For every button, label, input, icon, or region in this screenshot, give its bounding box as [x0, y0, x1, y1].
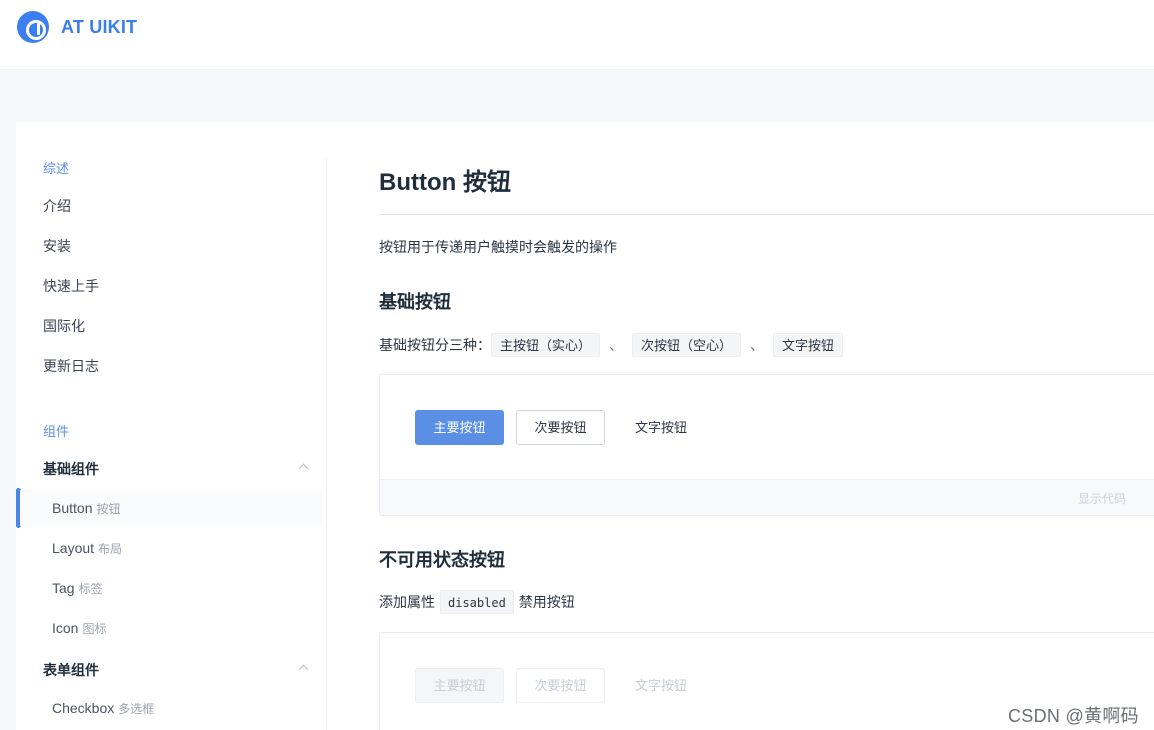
- separator: 、: [609, 337, 624, 353]
- inline-tag: 次按钮（空心）: [632, 333, 742, 357]
- sidebar-divider: [326, 158, 327, 730]
- sidebar-section-basic-label: 基础组件: [43, 461, 99, 477]
- sidebar-section-form[interactable]: 表单组件: [43, 660, 308, 680]
- top-header: AT UIKIT: [0, 0, 1154, 70]
- section-title-basic: 基础按钮: [379, 292, 451, 312]
- title-divider: [379, 214, 1154, 215]
- sidebar-nav: 综述 介绍 安装 快速上手 国际化 更新日志 组件 基础组件 Button 按钮 …: [16, 122, 327, 730]
- brand-logo[interactable]: AT UIKIT: [17, 11, 137, 43]
- section-desc-basic: 基础按钮分三种： 主按钮（实心） 、 次按钮（空心） 、 文字按钮: [379, 332, 844, 358]
- doc-content: Button 按钮 按钮用于传递用户触摸时会触发的操作 基础按钮 基础按钮分三种…: [379, 122, 1154, 730]
- sidebar-item-sublabel: 布局: [98, 542, 123, 556]
- demo-footer: 显示代码: [380, 479, 1154, 515]
- section-desc-disabled: 添加属性 disabled 禁用按钮: [379, 589, 575, 615]
- sidebar-section-basic[interactable]: 基础组件: [43, 459, 308, 479]
- section-title-disabled: 不可用状态按钮: [379, 550, 505, 570]
- separator: 、: [750, 337, 765, 353]
- primary-button-disabled: 主要按钮: [415, 668, 504, 703]
- demo-area: 主要按钮 次要按钮 文字按钮: [380, 375, 1154, 479]
- sidebar-item-checkbox[interactable]: Checkbox 多选框: [52, 700, 154, 717]
- sidebar-item-layout[interactable]: Layout 布局: [52, 540, 122, 557]
- show-code-link[interactable]: 显示代码: [1078, 490, 1126, 507]
- text-button[interactable]: 文字按钮: [623, 410, 699, 445]
- primary-button[interactable]: 主要按钮: [415, 410, 504, 445]
- chevron-up-icon: [299, 663, 308, 672]
- sidebar-item-label: Button: [52, 500, 93, 516]
- inline-tag: 文字按钮: [773, 333, 844, 357]
- sidebar-item-quickstart[interactable]: 快速上手: [43, 276, 99, 296]
- secondary-button[interactable]: 次要按钮: [516, 410, 605, 445]
- sidebar-item-label: Tag: [52, 580, 75, 596]
- sidebar-item-changelog[interactable]: 更新日志: [43, 356, 99, 376]
- sidebar-item-install[interactable]: 安装: [43, 236, 71, 256]
- sidebar-item-icon[interactable]: Icon 图标: [52, 620, 106, 637]
- sidebar-item-sublabel: 图标: [82, 622, 107, 636]
- page-title: Button 按钮: [379, 169, 511, 196]
- sidebar-item-button[interactable]: Button 按钮: [20, 490, 322, 526]
- sidebar-item-label: Checkbox: [52, 700, 115, 716]
- logo-a-icon: [17, 11, 49, 43]
- inline-code: disabled: [440, 590, 514, 614]
- demo-box-basic: 主要按钮 次要按钮 文字按钮 显示代码: [379, 374, 1154, 516]
- sidebar-item-label: Layout: [52, 540, 95, 556]
- sidebar-item-sublabel: 标签: [78, 582, 103, 596]
- sidebar-item-i18n[interactable]: 国际化: [43, 316, 85, 336]
- sidebar-group-overview: 综述: [43, 161, 70, 176]
- inline-tag: 主按钮（实心）: [491, 333, 601, 357]
- desc-text: 基础按钮分三种：: [379, 337, 491, 353]
- desc-text: 禁用按钮: [518, 594, 575, 610]
- desc-text: 添加属性: [379, 594, 435, 610]
- sidebar-group-components: 组件: [43, 424, 70, 439]
- secondary-button-disabled: 次要按钮: [516, 668, 605, 703]
- watermark: CSDN @黄啊码: [1008, 706, 1139, 726]
- page-description: 按钮用于传递用户触摸时会触发的操作: [379, 239, 617, 255]
- brand-name: AT UIKIT: [61, 16, 138, 37]
- main-card: 综述 介绍 安装 快速上手 国际化 更新日志 组件 基础组件 Button 按钮 …: [16, 122, 1154, 730]
- sidebar-item-sublabel: 按钮: [96, 502, 121, 516]
- sidebar-item-label: Icon: [52, 620, 79, 636]
- sidebar-item-intro[interactable]: 介绍: [43, 196, 71, 216]
- chevron-up-icon: [299, 462, 308, 471]
- sidebar-item-sublabel: 多选框: [118, 702, 155, 716]
- sidebar-item-tag[interactable]: Tag 标签: [52, 580, 103, 597]
- text-button-disabled: 文字按钮: [623, 668, 699, 703]
- sidebar-section-form-label: 表单组件: [43, 662, 99, 678]
